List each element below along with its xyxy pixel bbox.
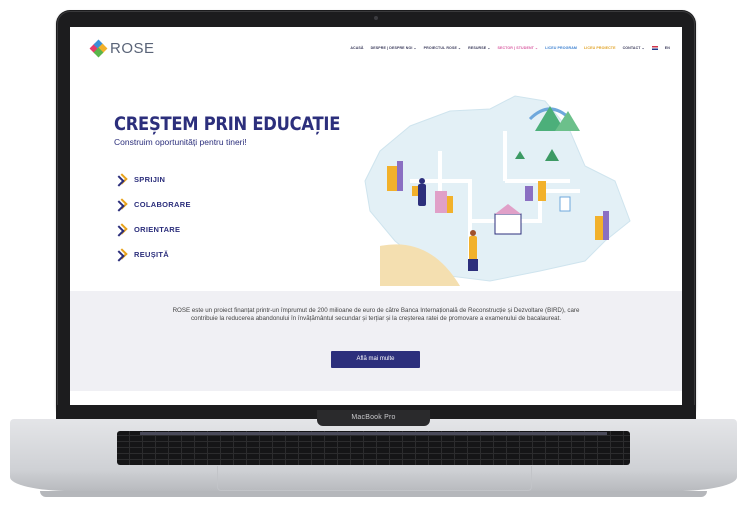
chevron-right-icon bbox=[118, 175, 128, 184]
about-band: ROSE este un proiect finanțat printr-un … bbox=[70, 291, 682, 391]
rose-logo-icon bbox=[89, 39, 108, 57]
menu-item-contact[interactable]: CONTACT ⌄ bbox=[623, 46, 645, 50]
pillar-list: SPRIJIN COLABORARE ORIENTARE REUȘITĂ bbox=[118, 167, 191, 267]
pillar-label: REUȘITĂ bbox=[134, 250, 170, 259]
pillar-label: SPRIJIN bbox=[134, 175, 166, 184]
trackpad bbox=[217, 466, 532, 491]
hinge-label: MacBook Pro bbox=[317, 410, 430, 426]
pillar-item: ORIENTARE bbox=[118, 217, 191, 242]
about-text: ROSE este un proiect finanțat printr-un … bbox=[172, 307, 580, 323]
keyboard bbox=[117, 431, 630, 465]
menu-item-liceu-program[interactable]: LICEU PROGRAM bbox=[545, 46, 577, 50]
chevron-right-icon bbox=[118, 200, 128, 209]
pillar-item: REUȘITĂ bbox=[118, 242, 191, 267]
laptop-screen: ROSE ACASĂ DESPRE | DESPRE NOI ⌄ PROIECT… bbox=[70, 27, 682, 407]
site-navbar: ROSE ACASĂ DESPRE | DESPRE NOI ⌄ PROIECT… bbox=[70, 27, 682, 71]
pillar-label: COLABORARE bbox=[134, 200, 191, 209]
menu-item-acasa[interactable]: ACASĂ bbox=[350, 46, 363, 50]
hero-section: CREȘTEM PRIN EDUCAȚIE Construim oportuni… bbox=[70, 71, 682, 291]
menu-item-liceu-proiecte[interactable]: LICEU PROIECTE bbox=[584, 46, 616, 50]
hero-subtitle: Construim oportunități pentru tineri! bbox=[114, 137, 247, 147]
flag-icon[interactable] bbox=[651, 46, 658, 50]
chevron-right-icon bbox=[118, 225, 128, 234]
menu-item-resurse[interactable]: RESURSE ⌄ bbox=[468, 46, 490, 50]
pillar-label: ORIENTARE bbox=[134, 225, 181, 234]
menu-item-proiectul[interactable]: PROIECTUL ROSE ⌄ bbox=[424, 46, 462, 50]
main-menu: ACASĂ DESPRE | DESPRE NOI ⌄ PROIECTUL RO… bbox=[350, 46, 670, 50]
laptop-foot bbox=[40, 491, 707, 497]
touch-bar bbox=[140, 432, 607, 435]
menu-item-despre[interactable]: DESPRE | DESPRE NOI ⌄ bbox=[371, 46, 417, 50]
pillar-item: SPRIJIN bbox=[118, 167, 191, 192]
chevron-right-icon bbox=[118, 250, 128, 259]
logo-text: ROSE bbox=[110, 40, 155, 57]
pillar-item: COLABORARE bbox=[118, 192, 191, 217]
learn-more-button[interactable]: Află mai multe bbox=[331, 351, 420, 368]
romania-map-illustration bbox=[364, 95, 631, 286]
hero-title: CREȘTEM PRIN EDUCAȚIE bbox=[114, 113, 341, 135]
menu-item-sector[interactable]: SECTOR | STUDENT ⌄ bbox=[497, 46, 538, 50]
camera-icon bbox=[374, 16, 378, 20]
language-switch[interactable]: EN bbox=[665, 46, 670, 50]
laptop-lid: ROSE ACASĂ DESPRE | DESPRE NOI ⌄ PROIECT… bbox=[56, 10, 696, 419]
site-logo[interactable]: ROSE bbox=[89, 39, 155, 57]
